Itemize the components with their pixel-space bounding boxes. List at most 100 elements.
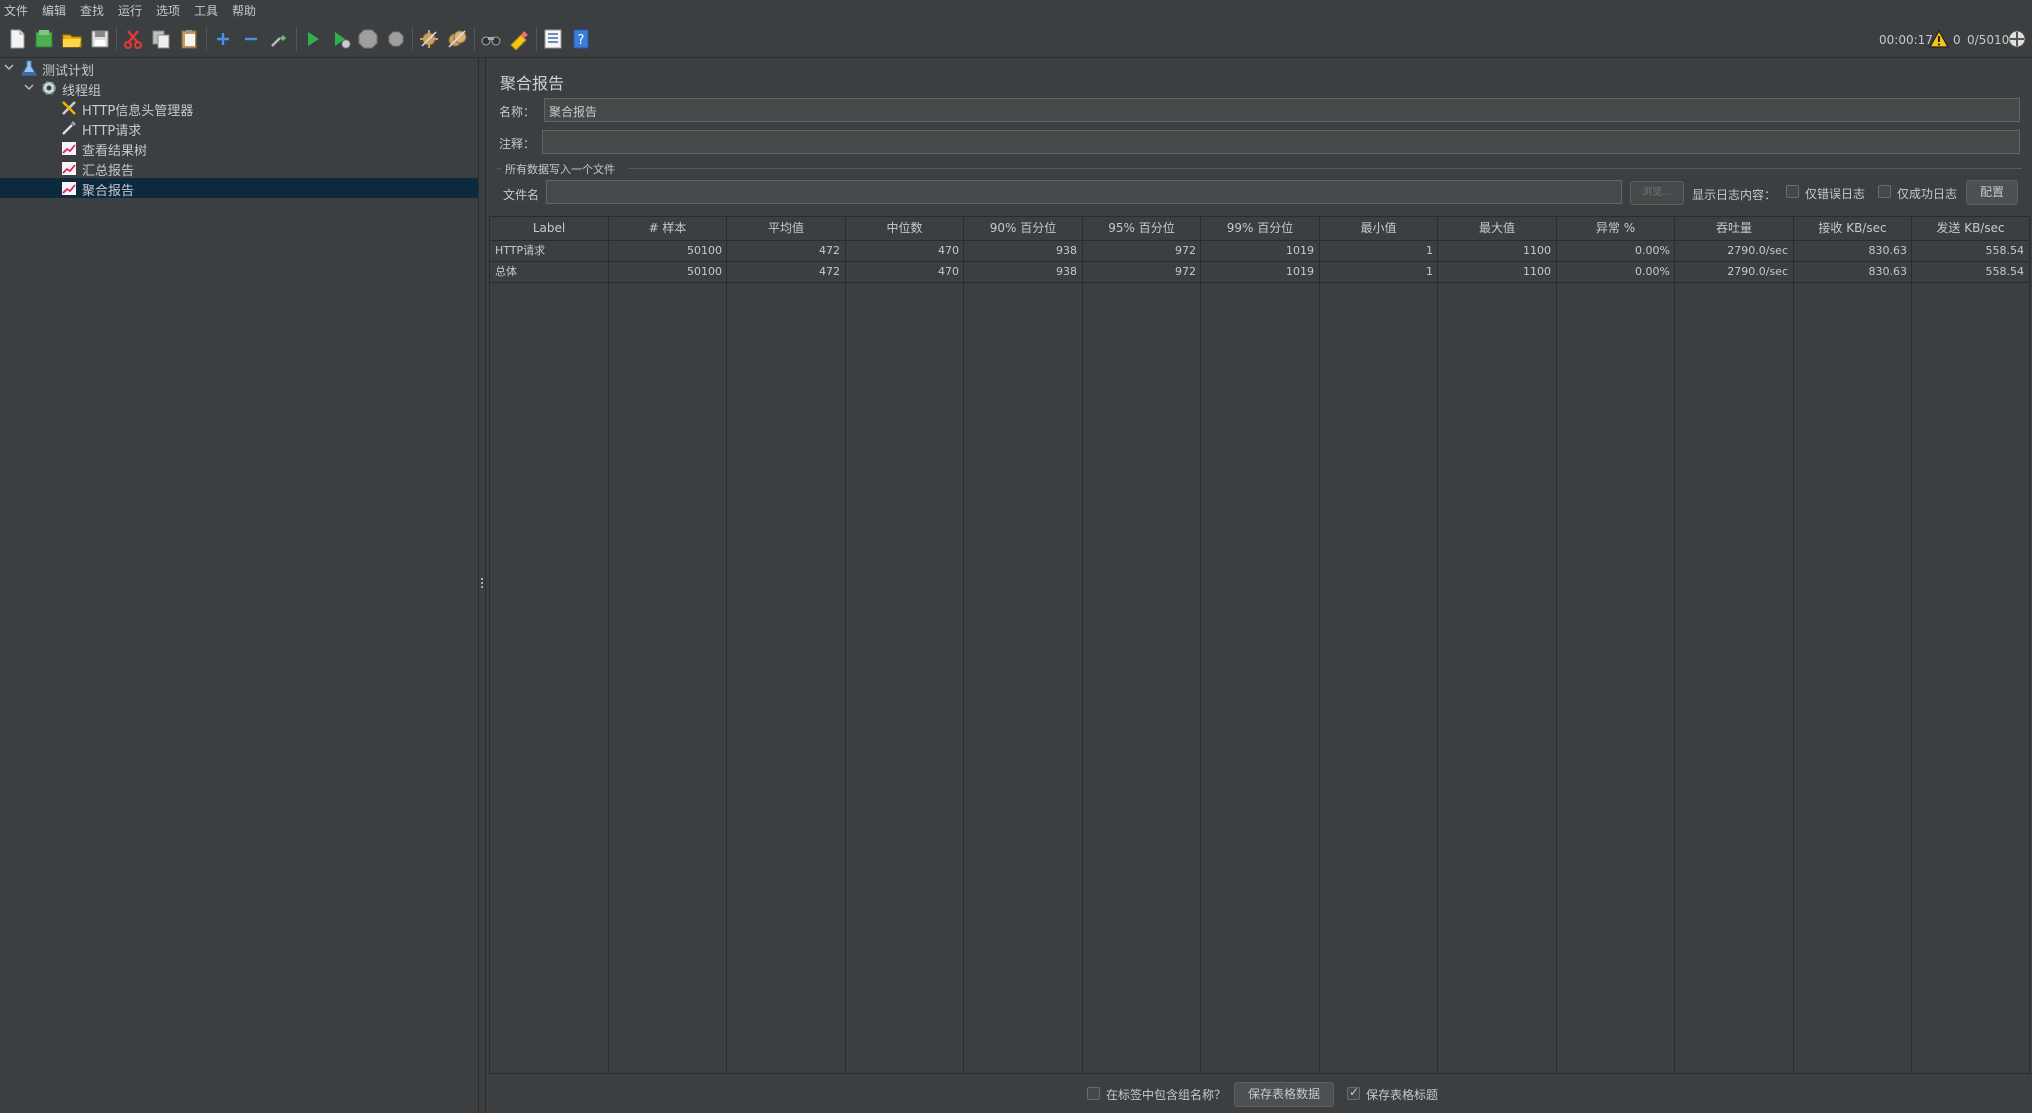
stop-icon[interactable] <box>357 28 379 50</box>
tree-item-label: 查看结果树 <box>82 144 148 159</box>
toolbar-separator <box>296 27 297 51</box>
save-table-data-button[interactable]: 保存表格数据 <box>1234 1082 1334 1107</box>
column-gridline <box>1437 241 1438 1073</box>
test-plan-tree: 测试计划 线程组 HTTP信息头管理器 HTTP请求 查看结果树 汇总报告 聚合… <box>0 58 479 1113</box>
clear-all-icon[interactable] <box>446 28 468 50</box>
help-icon[interactable]: ? <box>570 28 592 50</box>
collapse-all-icon[interactable] <box>240 28 262 50</box>
tree-item-summary-report[interactable]: 汇总报告 <box>0 158 478 179</box>
new-icon[interactable] <box>6 28 28 50</box>
tree-item-label: 汇总报告 <box>82 164 135 179</box>
filename-field[interactable] <box>546 180 1622 204</box>
tree-item-label: HTTP信息头管理器 <box>82 104 194 119</box>
tree-item-test-plan[interactable]: 测试计划 <box>0 58 478 79</box>
save-icon[interactable] <box>89 28 111 50</box>
paste-icon[interactable] <box>178 28 200 50</box>
chart-icon <box>60 179 78 197</box>
splitter-grip <box>481 578 483 580</box>
pane-splitter[interactable] <box>479 58 486 1113</box>
tree-item-http-header-manager[interactable]: HTTP信息头管理器 <box>0 98 478 119</box>
tree-item-aggregate-report[interactable]: 聚合报告 <box>0 178 478 199</box>
column-header[interactable]: 发送 KB/sec <box>1912 217 2029 241</box>
table-cell: 938 <box>1056 265 1077 278</box>
table-cell: 830.63 <box>1868 265 1908 278</box>
table-cell: 1100 <box>1523 265 1551 278</box>
column-header[interactable]: 中位数 <box>846 217 964 241</box>
expand-all-icon[interactable] <box>212 28 234 50</box>
column-header[interactable]: # 样本 <box>609 217 727 241</box>
cut-icon[interactable] <box>122 28 144 50</box>
menu-bar: 文件 编辑 查找 运行 选项 工具 帮助 <box>0 0 2032 21</box>
reset-search-icon[interactable] <box>508 28 530 50</box>
elapsed-timer: 00:00:17 <box>1879 33 1933 47</box>
table-cell: 2790.0/sec <box>1727 265 1788 278</box>
warning-icon[interactable] <box>1928 29 1950 49</box>
log-content-label: 显示日志内容： <box>1692 188 1777 202</box>
table-cell: 总体 <box>495 265 517 278</box>
column-gridline <box>845 241 846 1073</box>
start-no-pause-icon[interactable] <box>330 28 352 50</box>
table-cell: 470 <box>938 265 959 278</box>
comment-field[interactable] <box>542 130 2020 154</box>
table-cell: 2790.0/sec <box>1727 244 1788 257</box>
file-group-title: 所有数据写入一个文件 <box>505 163 615 176</box>
table-cell: 50100 <box>687 244 722 257</box>
column-header[interactable]: 90% 百分位 <box>964 217 1083 241</box>
column-header[interactable]: 接收 KB/sec <box>1794 217 1912 241</box>
tree-item-http-request[interactable]: HTTP请求 <box>0 118 478 139</box>
name-field[interactable]: 聚合报告 <box>544 98 2020 122</box>
aggregate-results-table[interactable]: Label # 样本 平均值 中位数 90% 百分位 95% 百分位 99% 百… <box>489 216 2030 1074</box>
menu-options[interactable]: 选项 <box>156 2 180 19</box>
column-header[interactable]: 最大值 <box>1438 217 1557 241</box>
table-cell: 972 <box>1175 265 1196 278</box>
column-header[interactable]: 异常 % <box>1557 217 1675 241</box>
configure-button[interactable]: 配置 <box>1966 180 2018 205</box>
copy-icon[interactable] <box>150 28 172 50</box>
tree-item-thread-group[interactable]: 线程组 <box>0 78 478 99</box>
column-header[interactable]: Label <box>490 217 609 241</box>
include-group-name-checkbox[interactable] <box>1087 1087 1100 1100</box>
table-cell: 1019 <box>1286 265 1314 278</box>
menu-edit[interactable]: 编辑 <box>42 2 66 19</box>
pipette-icon <box>60 119 78 137</box>
panel-title: 聚合报告 <box>500 74 565 93</box>
shutdown-icon[interactable] <box>385 28 407 50</box>
table-cell: 472 <box>819 265 840 278</box>
tools-icon <box>60 99 78 117</box>
open-icon[interactable] <box>61 28 83 50</box>
save-table-header-checkbox[interactable] <box>1347 1085 1360 1100</box>
menu-tools[interactable]: 工具 <box>194 2 218 19</box>
browse-button[interactable]: 浏览... <box>1630 181 1684 205</box>
tree-item-label: 线程组 <box>62 84 102 99</box>
column-gridline <box>726 241 727 1073</box>
row-gridline <box>490 282 2029 283</box>
templates-icon[interactable] <box>33 28 55 50</box>
filename-label: 文件名 <box>503 188 540 202</box>
start-icon[interactable] <box>302 28 324 50</box>
menu-help[interactable]: 帮助 <box>232 2 256 19</box>
name-label: 名称： <box>499 105 536 119</box>
success-only-label: 仅成功日志 <box>1897 187 1958 201</box>
table-cell: 1 <box>1426 244 1433 257</box>
column-header[interactable]: 吞吐量 <box>1675 217 1794 241</box>
chevron-down-icon[interactable] <box>22 80 36 94</box>
column-header[interactable]: 95% 百分位 <box>1083 217 1201 241</box>
chart-icon <box>60 159 78 177</box>
chevron-down-icon[interactable] <box>2 60 16 74</box>
function-helper-icon[interactable] <box>542 28 564 50</box>
menu-file[interactable]: 文件 <box>4 2 28 19</box>
column-header[interactable]: 最小值 <box>1320 217 1438 241</box>
errors-only-checkbox[interactable] <box>1786 185 1799 198</box>
success-only-checkbox[interactable] <box>1878 185 1891 198</box>
table-actions-bar: 在标签中包含组名称？ 保存表格数据 保存表格标题 <box>489 1074 2030 1113</box>
menu-search[interactable]: 查找 <box>80 2 104 19</box>
column-header[interactable]: 平均值 <box>727 217 846 241</box>
menu-run[interactable]: 运行 <box>118 2 142 19</box>
column-header[interactable]: 99% 百分位 <box>1201 217 1320 241</box>
search-icon[interactable] <box>480 28 502 50</box>
toggle-icon[interactable] <box>268 28 290 50</box>
svg-text:?: ? <box>578 33 585 48</box>
tree-item-view-results-tree[interactable]: 查看结果树 <box>0 138 478 159</box>
toolbar: ? <box>0 21 2032 58</box>
clear-icon[interactable] <box>418 28 440 50</box>
